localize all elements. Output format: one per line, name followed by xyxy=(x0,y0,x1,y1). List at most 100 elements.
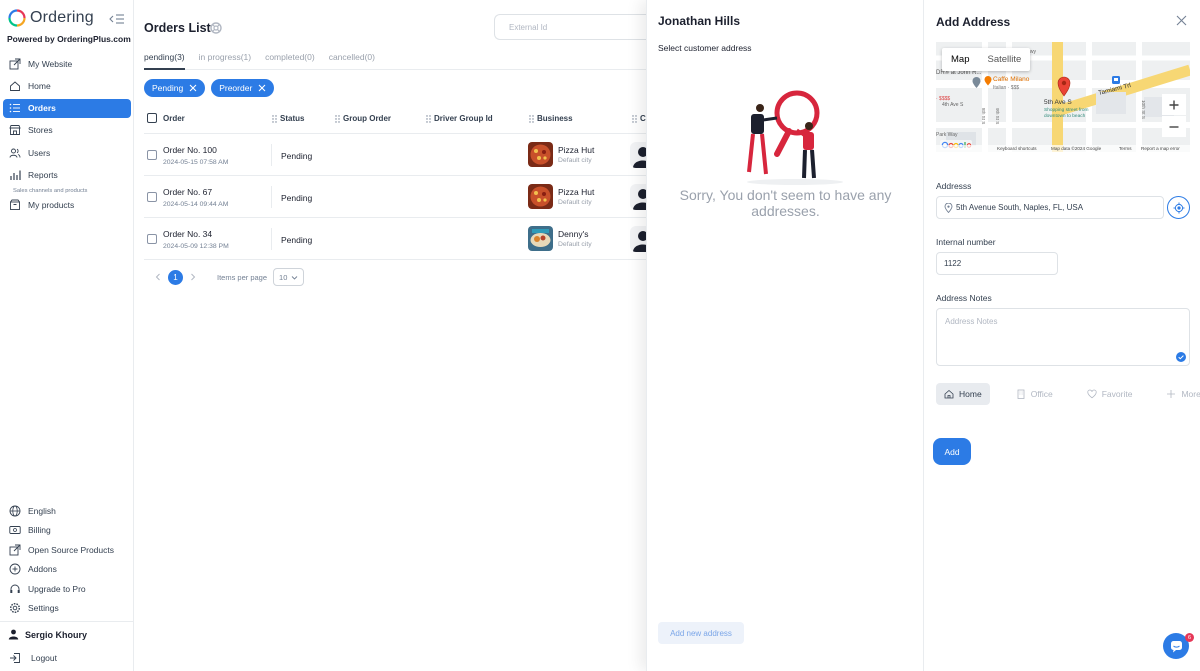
tag-office[interactable]: Office xyxy=(1008,383,1061,405)
map-type-satellite[interactable]: Satellite xyxy=(978,48,1030,71)
map-report-error-link[interactable]: Report a map error xyxy=(1141,146,1180,151)
help-lifebuoy-icon[interactable] xyxy=(210,22,222,34)
sidebar-item-label: Reports xyxy=(28,169,58,180)
collapse-menu-icon[interactable] xyxy=(109,13,125,25)
sidebar-item-settings[interactable]: Settings xyxy=(3,599,131,618)
tab-in-progress[interactable]: in progress(1) xyxy=(199,50,251,70)
sidebar-item-reports[interactable]: Reports xyxy=(3,165,131,184)
empty-search-illustration-icon xyxy=(747,90,843,185)
tag-home[interactable]: Home xyxy=(936,383,990,405)
map-marker-icon[interactable] xyxy=(1057,76,1071,97)
logout-label: Logout xyxy=(31,653,57,663)
column-driver-group[interactable]: Driver Group Id xyxy=(426,114,493,123)
map-type-map[interactable]: Map xyxy=(942,48,978,71)
page-number-current[interactable]: 1 xyxy=(168,269,183,285)
business-city: Default city xyxy=(558,199,592,206)
restaurant-pin-icon xyxy=(984,76,992,86)
order-status-tabs: pending(3) in progress(1) completed(0) c… xyxy=(144,50,646,70)
row-checkbox[interactable] xyxy=(147,192,157,202)
sidebar-item-label: Settings xyxy=(28,603,59,613)
column-label: Group Order xyxy=(343,114,392,123)
row-checkbox[interactable] xyxy=(147,234,157,244)
address-notes-textarea[interactable]: Address Notes xyxy=(936,308,1190,366)
sidebar-item-label: Users xyxy=(28,147,51,158)
customer-address-panel: Jonathan Hills Select customer address S… xyxy=(646,0,923,671)
order-date: 2024-05-14 09:44 AM xyxy=(163,201,229,208)
sidebar-item-addons[interactable]: Addons xyxy=(3,560,131,579)
sidebar-item-stores[interactable]: Stores xyxy=(3,121,131,140)
select-all-checkbox[interactable] xyxy=(147,113,157,123)
order-status: Pending xyxy=(281,151,313,161)
row-checkbox[interactable] xyxy=(147,150,157,160)
add-new-address-button[interactable]: Add new address xyxy=(658,622,744,644)
external-id-input[interactable]: External Id xyxy=(494,14,646,40)
user-profile[interactable]: Sergio Khoury xyxy=(0,621,133,647)
table-row[interactable]: Order No. 34 2024-05-09 12:38 PM Pending… xyxy=(144,218,656,260)
address-map[interactable]: Pkwy DR® at John R... · $$$$ Caffe Milan… xyxy=(936,42,1190,152)
drag-handle-icon[interactable] xyxy=(335,114,340,123)
sidebar-item-orders[interactable]: Orders xyxy=(3,98,131,118)
internal-number-input[interactable]: 1122 xyxy=(936,252,1058,275)
table-row[interactable]: Order No. 100 2024-05-15 07:58 AM Pendin… xyxy=(144,134,656,176)
add-address-submit-button[interactable]: Add xyxy=(933,438,971,465)
sidebar-item-language[interactable]: English xyxy=(3,501,131,520)
logo[interactable]: Ordering xyxy=(8,9,94,27)
sidebar-item-home[interactable]: Home xyxy=(3,76,131,95)
zoom-out-button[interactable] xyxy=(1162,116,1186,137)
zoom-in-button[interactable] xyxy=(1162,94,1186,115)
chevron-right-icon[interactable] xyxy=(189,273,197,281)
chip-label: Preorder xyxy=(219,83,253,93)
sidebar-item-my-website[interactable]: My Website xyxy=(3,54,131,73)
column-business[interactable]: Business xyxy=(529,114,573,123)
map-terms-link[interactable]: Terms xyxy=(1119,146,1132,151)
order-number: Order No. 34 xyxy=(163,229,213,239)
tab-completed[interactable]: completed(0) xyxy=(265,50,315,70)
page-title: Orders List xyxy=(144,21,211,35)
table-row[interactable]: Order No. 67 2024-05-14 09:44 AM Pending… xyxy=(144,176,656,218)
tag-label: Home xyxy=(959,389,982,399)
sidebar-item-label: Open Source Products xyxy=(28,544,114,555)
order-number: Order No. 67 xyxy=(163,187,213,197)
sidebar-item-my-products[interactable]: My products xyxy=(3,196,131,215)
chat-notification-badge: 6 xyxy=(1185,633,1194,642)
tag-more[interactable]: More xyxy=(1158,383,1200,405)
tab-pending[interactable]: pending(3) xyxy=(144,50,185,70)
sidebar-item-billing[interactable]: Billing xyxy=(3,521,131,540)
filter-chip-pending[interactable]: Pending xyxy=(144,79,206,97)
map-keyboard-shortcuts[interactable]: Keyboard shortcuts xyxy=(997,146,1037,151)
addons-icon xyxy=(9,563,21,575)
close-icon[interactable] xyxy=(258,84,266,92)
address-input[interactable]: 5th Avenue South, Naples, FL, USA xyxy=(936,196,1164,219)
close-icon[interactable] xyxy=(1176,15,1187,26)
sidebar-item-open-source[interactable]: Open Source Products xyxy=(3,540,131,559)
sidebar-item-upgrade[interactable]: Upgrade to Pro xyxy=(3,579,131,598)
column-label: Business xyxy=(537,114,573,123)
crosshair-icon xyxy=(1173,202,1184,213)
sidebar-item-label: Orders xyxy=(28,103,56,114)
divider xyxy=(271,144,272,166)
column-status[interactable]: Status xyxy=(272,114,304,123)
drag-handle-icon[interactable] xyxy=(529,114,534,123)
drag-handle-icon[interactable] xyxy=(632,114,637,123)
current-location-button[interactable] xyxy=(1167,196,1190,219)
drag-handle-icon[interactable] xyxy=(272,114,277,123)
column-label: C xyxy=(640,114,646,123)
chevron-left-icon[interactable] xyxy=(154,273,162,281)
sidebar-nav: My Website Home Orders Stores Users Repo… xyxy=(3,54,131,218)
filter-chip-preorder[interactable]: Preorder xyxy=(211,79,275,97)
logo-text: Ordering xyxy=(30,9,94,26)
logout-button[interactable]: Logout xyxy=(9,652,57,664)
external-link-icon xyxy=(9,544,21,555)
sidebar-item-label: My products xyxy=(28,200,75,211)
items-per-page-select[interactable]: 10 xyxy=(273,268,305,286)
sidebar-item-users[interactable]: Users xyxy=(3,143,131,162)
close-icon[interactable] xyxy=(189,84,197,92)
sidebar-item-label: Home xyxy=(28,80,51,91)
column-customer[interactable]: C xyxy=(632,114,646,123)
powered-by: Powered by OrderingPlus.com xyxy=(7,34,131,44)
column-group-order[interactable]: Group Order xyxy=(335,114,391,123)
drag-handle-icon[interactable] xyxy=(426,114,431,123)
tab-cancelled[interactable]: cancelled(0) xyxy=(329,50,375,70)
tag-favorite[interactable]: Favorite xyxy=(1079,383,1141,405)
select-value: 10 xyxy=(279,272,288,282)
